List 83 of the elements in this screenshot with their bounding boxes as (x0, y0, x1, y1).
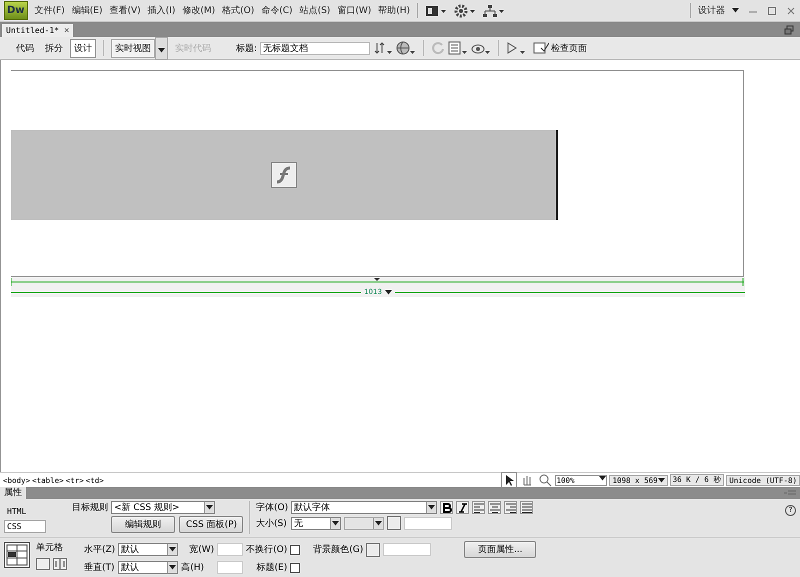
vertical-dropdown[interactable]: 默认 (118, 561, 178, 574)
view-button[interactable]: 设计 (70, 38, 96, 58)
italic-button[interactable] (456, 501, 470, 514)
font-label: 字体(O) (256, 502, 288, 514)
width-field[interactable] (217, 543, 244, 556)
width-label: 宽(W) (189, 544, 214, 556)
play-icon[interactable] (506, 41, 526, 55)
checklist-icon (533, 42, 550, 54)
properties-tab[interactable]: 属性 (0, 487, 26, 499)
height-label: 高(H) (181, 562, 205, 574)
checkbox-label: 不换行(O) (246, 544, 288, 556)
page-properties-button[interactable]: 页面属性... (464, 541, 536, 558)
checkbox-label: 标题(E) (256, 562, 288, 574)
caret-icon (169, 547, 176, 552)
menu-item[interactable]: 帮助(H) (378, 4, 410, 17)
app-logo: Dw (4, 1, 28, 20)
size-dropdown[interactable]: 无 (291, 516, 342, 530)
bold-button[interactable] (440, 501, 454, 514)
justify-icon[interactable] (520, 501, 534, 514)
menu-item[interactable]: 编辑(E) (72, 4, 102, 17)
live-view-button[interactable]: 实时视图 (111, 38, 155, 58)
menu-item[interactable]: 查看(V) (109, 4, 141, 17)
title-field[interactable]: 无标题文档 (260, 42, 370, 54)
horizontal-label: 水平(Z) (84, 544, 116, 556)
globe-icon[interactable] (396, 41, 416, 55)
cell-label: 单元格 (36, 542, 64, 554)
color-field[interactable] (383, 542, 432, 556)
dropdown-button[interactable] (155, 36, 168, 60)
menu-item[interactable]: 插入(I) (148, 4, 176, 17)
align-center-icon[interactable] (488, 501, 502, 514)
color-picker[interactable] (387, 516, 402, 530)
table-cell-icon (4, 542, 30, 568)
menu-item[interactable]: 格式(O) (222, 4, 254, 17)
caret-icon (384, 290, 392, 294)
file-transfer-icon[interactable] (373, 41, 394, 55)
background-color-label: 背景颜色(G) (313, 544, 364, 556)
align-right-icon[interactable] (504, 501, 518, 514)
font-dropdown[interactable]: 默认字体 (291, 501, 438, 514)
title-label: 标题: (236, 42, 258, 54)
header-checkbox[interactable] (290, 562, 300, 572)
caret-icon (332, 520, 340, 526)
close-icon[interactable] (786, 6, 796, 16)
size-label: 大小(S) (256, 518, 288, 530)
target-rule-label: 目标规则 (72, 502, 108, 514)
pointer-icon[interactable] (501, 472, 518, 488)
workspace-switcher[interactable]: 设计器 (698, 4, 725, 17)
menu-item[interactable]: 修改(M) (182, 4, 216, 17)
target-rule-dropdown[interactable]: <新 CSS 规则> (111, 501, 215, 514)
caret-icon (169, 565, 176, 570)
caret-icon (599, 476, 606, 480)
merge-cells-icon[interactable] (36, 558, 50, 570)
caret-icon (158, 48, 165, 52)
menu-item[interactable]: 窗口(W) (337, 4, 372, 17)
document-tab[interactable]: Untitled-1* × (2, 24, 74, 37)
menu-item[interactable]: 站点(S) (300, 4, 330, 17)
zoom-icon[interactable] (537, 472, 554, 488)
caret-icon (375, 520, 382, 526)
mode-tab[interactable]: HTML (4, 505, 46, 518)
list-icon[interactable] (448, 41, 468, 55)
height-field[interactable] (217, 561, 244, 574)
maximize-icon[interactable] (767, 6, 777, 16)
menu-item[interactable]: 文件(F) (34, 4, 65, 17)
gear-icon[interactable] (454, 4, 476, 18)
flash-icon (270, 162, 296, 188)
caret-icon (732, 8, 739, 13)
split-cell-icon[interactable] (53, 558, 67, 570)
color-field[interactable] (404, 516, 452, 530)
vertical-label: 垂直(T) (84, 562, 116, 574)
caret-icon (658, 478, 665, 482)
close-tab-button[interactable]: × (64, 26, 70, 36)
mode-tab[interactable]: CSS (4, 520, 46, 533)
menu-item[interactable]: 命令(C) (261, 4, 293, 17)
css-panel-button[interactable]: CSS 面板(P) (179, 516, 243, 533)
edit-rule-button[interactable]: 编辑规则 (111, 516, 175, 533)
restore-icon[interactable] (784, 25, 794, 35)
align-left-icon[interactable] (472, 501, 486, 514)
caret-icon (206, 505, 213, 510)
color-picker[interactable] (366, 542, 380, 556)
horizontal-dropdown[interactable]: 默认 (118, 543, 178, 556)
nowrap-checkbox[interactable] (290, 544, 300, 554)
layout-icon[interactable] (425, 4, 448, 16)
caret-icon (428, 505, 436, 510)
sitemap-icon[interactable] (483, 4, 506, 18)
